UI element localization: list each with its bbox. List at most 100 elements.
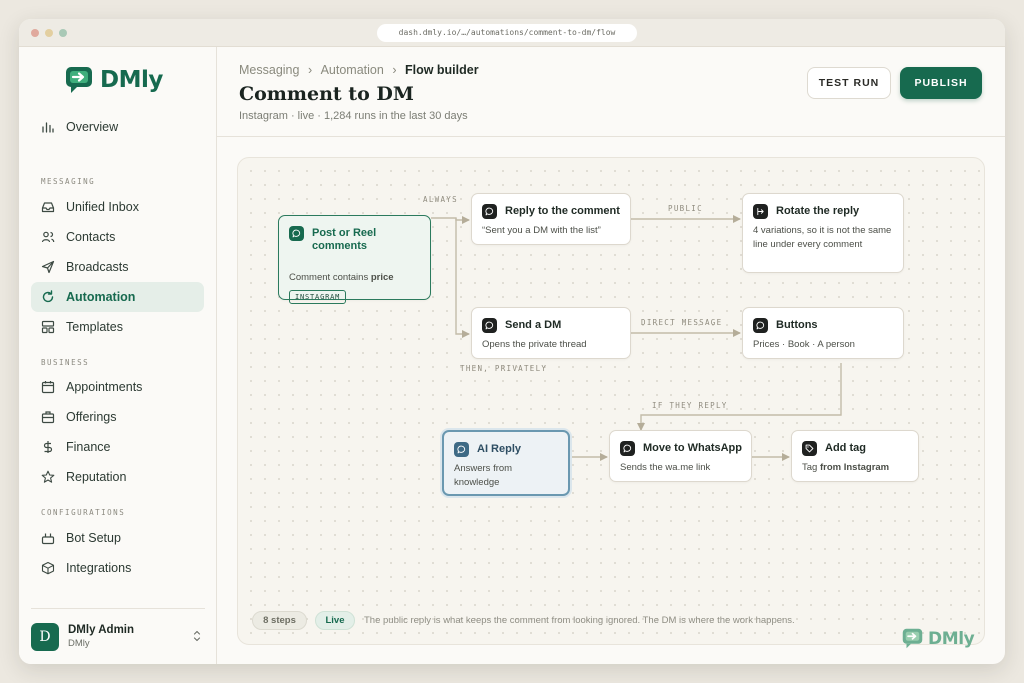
dmly-logo-icon — [902, 628, 923, 649]
edge-label-public: PUBLIC — [668, 204, 703, 213]
breadcrumb-item-messaging[interactable]: Messaging — [239, 63, 299, 77]
node-rotate-reply[interactable]: Rotate the reply 4 variations, so it is … — [742, 193, 904, 273]
sidebar-item-label: Bot Setup — [66, 531, 121, 545]
edge-trigger-to-send-dm — [455, 218, 470, 338]
node-trigger-post-comments[interactable]: Post or Reel comments Comment contains p… — [278, 215, 431, 304]
address-bar[interactable]: dash.dmly.io/…/automations/comment-to-dm… — [377, 24, 637, 42]
sidebar-item-overview[interactable]: Overview — [31, 112, 204, 142]
comment-icon — [753, 318, 768, 333]
node-description: 4 variations, so it is not the same line… — [753, 225, 892, 250]
edge-trigger-to-reply — [431, 216, 470, 224]
node-add-tag[interactable]: Add tag Tag from Instagram — [791, 430, 919, 482]
node-title: Move to WhatsApp — [643, 442, 742, 454]
node-title: Reply to the comment — [505, 205, 620, 217]
section-label-business: BUSINESS — [41, 358, 90, 367]
sidebar-item-templates[interactable]: Templates — [31, 312, 204, 342]
sidebar-item-integrations[interactable]: Integrations — [31, 553, 204, 583]
flow-canvas[interactable]: ALWAYS THEN, PRIVATELY PUBLIC DIRECT MES… — [237, 157, 985, 649]
node-description: Tag from Instagram — [802, 461, 889, 475]
brand-logo[interactable]: DMly — [65, 65, 163, 95]
page-header: Messaging › Automation › Flow builder Co… — [217, 47, 1005, 137]
minimize-window-dot[interactable] — [45, 29, 53, 37]
comment-icon — [482, 318, 497, 333]
node-title: Send a DM — [505, 319, 562, 331]
edge-label-always: ALWAYS — [423, 195, 458, 204]
sidebar-item-bot-setup[interactable]: Bot Setup — [31, 523, 204, 553]
description-text: Tag — [802, 462, 820, 473]
test-run-button[interactable]: TEST RUN — [807, 67, 891, 99]
node-buttons[interactable]: Buttons Prices · Book · A person — [742, 307, 904, 359]
footer-note: The public reply is what keeps the comme… — [364, 615, 795, 626]
breadcrumb-item-automation[interactable]: Automation — [321, 63, 384, 77]
page-subtitle: Instagram · live · 1,284 runs in the las… — [239, 110, 468, 122]
comment-icon — [289, 226, 304, 241]
breadcrumb-separator: › — [307, 63, 313, 77]
send-icon — [41, 260, 55, 274]
sidebar-item-label: Overview — [66, 120, 119, 134]
node-title: Buttons — [776, 319, 818, 331]
brand-name: DMly — [100, 67, 163, 93]
template-icon — [41, 320, 55, 334]
node-title: AI Reply — [477, 443, 522, 455]
node-send-dm[interactable]: Send a DM Opens the private thread — [471, 307, 631, 359]
breadcrumb: Messaging › Automation › Flow builder — [239, 63, 479, 77]
sidebar-item-automation[interactable]: Automation — [31, 282, 204, 312]
sidebar-item-unified-inbox[interactable]: Unified Inbox — [31, 192, 204, 222]
section-label-configurations: CONFIGURATIONS — [41, 508, 126, 517]
node-reply-to-comment[interactable]: Reply to the comment “Sent you a DM with… — [471, 193, 631, 245]
rotate-icon — [753, 204, 768, 219]
briefcase-icon — [41, 410, 55, 424]
node-move-to-whatsapp[interactable]: Move to WhatsApp Sends the wa.me link — [609, 430, 752, 482]
refresh-icon — [41, 290, 55, 304]
close-window-dot[interactable] — [31, 29, 39, 37]
chevron-up-down-icon[interactable] — [191, 629, 203, 643]
sidebar-item-label: Appointments — [66, 380, 143, 394]
node-ai-reply[interactable]: AI Reply Answers from knowledge — [442, 430, 570, 496]
bar-chart-icon — [41, 120, 55, 134]
node-description: Prices · Book · A person — [753, 339, 855, 350]
node-title: Rotate the reply — [776, 205, 860, 217]
tag-name: from Instagram — [819, 462, 890, 473]
edge-label-direct-message: DIRECT MESSAGE — [641, 318, 723, 327]
sidebar-item-label: Reputation — [66, 470, 127, 484]
sidebar-item-label: Automation — [66, 290, 136, 304]
edge-buttons-to-whatsapp — [637, 363, 842, 431]
sidebar-item-offerings[interactable]: Offerings — [31, 402, 204, 432]
comment-icon — [454, 442, 469, 457]
cube-icon — [41, 561, 55, 575]
sidebar-item-label: Templates — [66, 320, 123, 334]
node-description: Comment contains price — [289, 271, 394, 285]
breadcrumb-separator: › — [392, 63, 397, 77]
comment-icon — [620, 441, 635, 456]
sidebar-item-reputation[interactable]: Reputation — [31, 462, 204, 492]
sidebar: DMly Overview MESSAGING Unified Inbox Co… — [19, 47, 217, 664]
dmly-logo-icon — [66, 67, 92, 93]
maximize-window-dot[interactable] — [59, 29, 67, 37]
sidebar-item-label: Finance — [66, 440, 111, 454]
sidebar-item-contacts[interactable]: Contacts — [31, 222, 204, 252]
sidebar-item-broadcasts[interactable]: Broadcasts — [31, 252, 204, 282]
node-description: Sends the wa.me link — [620, 462, 711, 473]
node-description: “Sent you a DM with the list” — [482, 225, 601, 236]
publish-button[interactable]: PUBLISH — [900, 67, 982, 99]
node-description: Opens the private thread — [482, 339, 587, 350]
dollar-icon — [41, 440, 55, 454]
edge-label-then-privately: THEN, PRIVATELY — [460, 364, 548, 373]
sidebar-item-finance[interactable]: Finance — [31, 432, 204, 462]
section-label-messaging: MESSAGING — [41, 177, 96, 186]
inbox-icon — [41, 200, 55, 214]
sidebar-item-label: Offerings — [66, 410, 117, 424]
calendar-icon — [41, 380, 55, 394]
breadcrumb-item-current: Flow builder — [404, 63, 479, 77]
status-badge: Live — [315, 611, 355, 630]
comment-icon — [482, 204, 497, 219]
user-profile-menu[interactable]: D DMly Admin DMly — [31, 608, 205, 664]
node-description: Answers from knowledge — [454, 463, 513, 488]
sidebar-item-appointments[interactable]: Appointments — [31, 372, 204, 402]
steps-count-badge: 8 steps — [252, 611, 307, 630]
bot-icon — [41, 531, 55, 545]
sidebar-item-label: Contacts — [66, 230, 116, 244]
node-title: Add tag — [825, 442, 866, 454]
edge-label-if-they-reply: IF THEY REPLY — [652, 401, 728, 410]
keyword-highlight: price — [370, 272, 394, 283]
